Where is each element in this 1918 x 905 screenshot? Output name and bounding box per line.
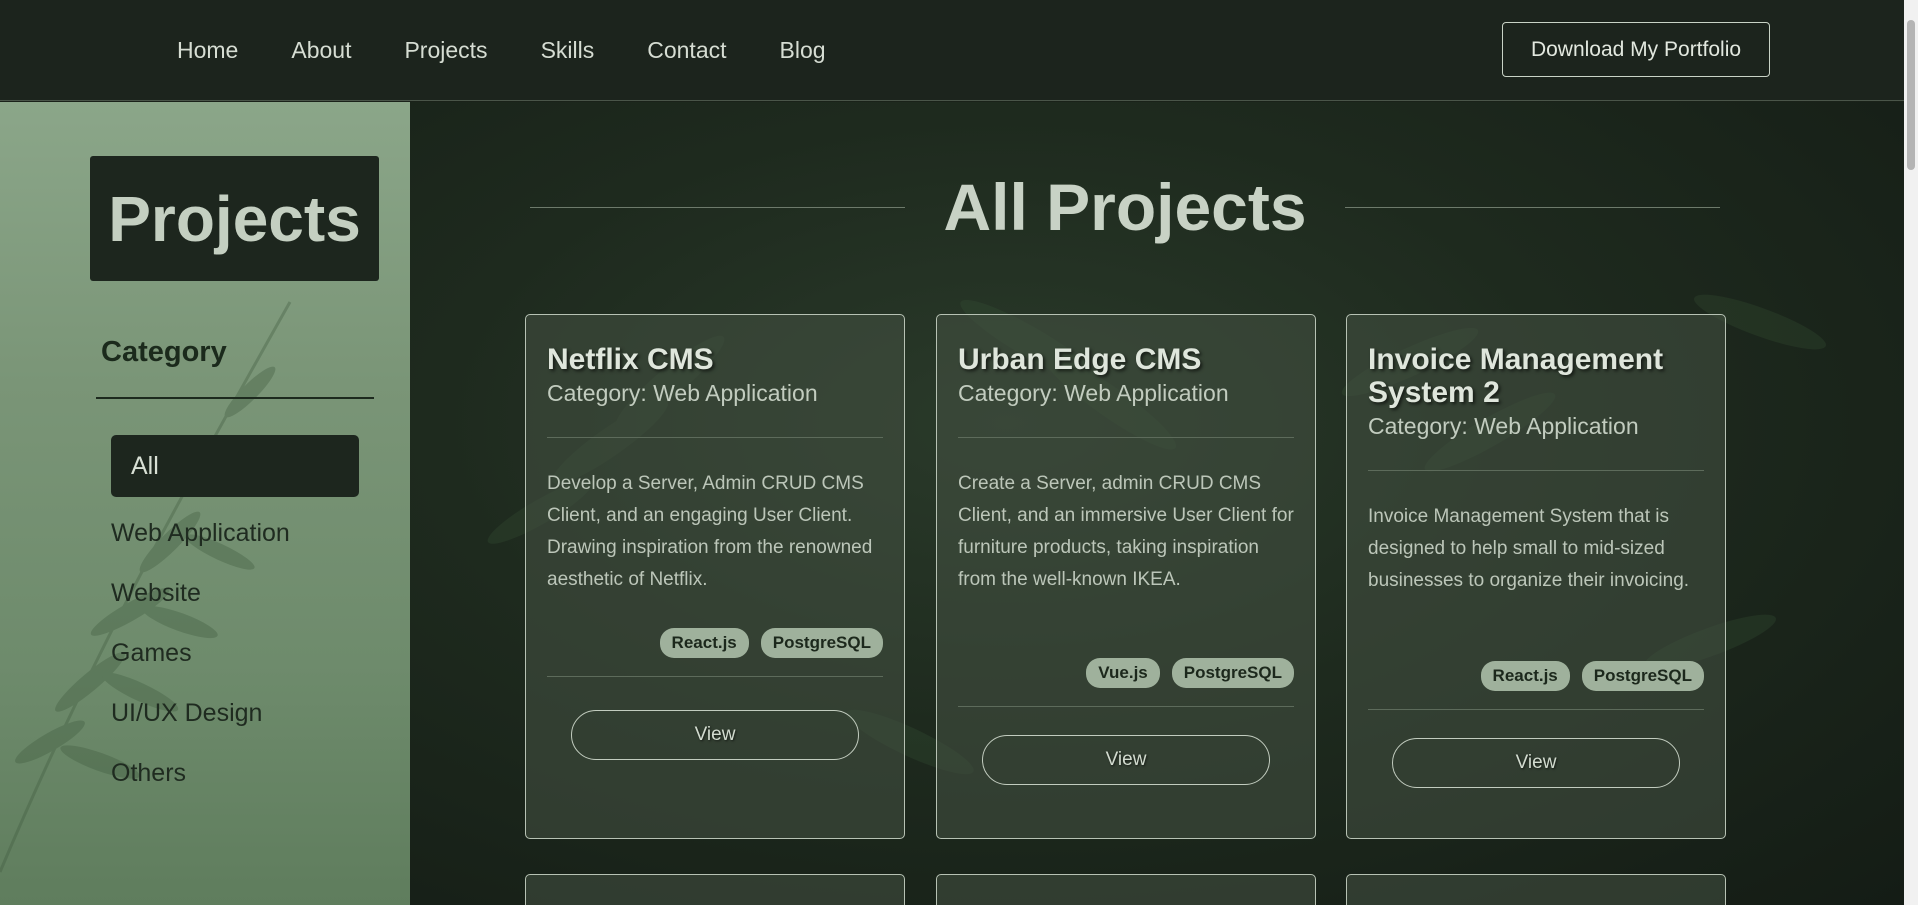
- project-card: Urban Edge CMS Category: Web Application…: [936, 314, 1316, 839]
- tech-tag: PostgreSQL: [1581, 661, 1704, 691]
- nav-projects-link[interactable]: Projects: [404, 37, 487, 64]
- category-list: All Web Application Website Games UI/UX …: [111, 435, 359, 803]
- sidebar-title-box: Projects: [90, 156, 379, 281]
- project-description: Develop a Server, Admin CRUD CMS Client,…: [547, 473, 873, 590]
- project-category: Category: Web Application: [958, 380, 1229, 406]
- card-divider: [1368, 470, 1704, 471]
- heading-line-left: [530, 206, 906, 208]
- project-category: Category: Web Application: [547, 380, 818, 406]
- card-divider: [958, 706, 1294, 707]
- category-sidebar: Projects Category All Web Application We…: [0, 102, 410, 905]
- tech-tags: Vue.js PostgreSQL: [958, 658, 1294, 688]
- sidebar-title: Projects: [108, 182, 361, 255]
- category-item-all[interactable]: All: [111, 435, 359, 497]
- project-description: Create a Server, admin CRUD CMS Client, …: [958, 473, 1294, 590]
- page-heading-row: All Projects: [530, 170, 1721, 244]
- top-navbar: Home About Projects Skills Contact Blog …: [0, 0, 1904, 101]
- tech-tag: PostgreSQL: [1171, 658, 1294, 688]
- page-scrollbar[interactable]: [1904, 0, 1918, 905]
- project-category: Category: Web Application: [1368, 413, 1639, 439]
- nav-skills-link[interactable]: Skills: [541, 37, 595, 64]
- card-divider: [547, 437, 883, 438]
- project-title: Urban Edge CMS: [958, 343, 1202, 376]
- tech-tags: React.js PostgreSQL: [547, 628, 883, 658]
- view-project-button[interactable]: View: [1392, 738, 1680, 788]
- project-card-partial: [1346, 874, 1726, 905]
- card-divider: [958, 437, 1294, 438]
- category-divider: [96, 397, 374, 399]
- tech-tag: React.js: [1480, 661, 1570, 691]
- tech-tag: PostgreSQL: [760, 628, 883, 658]
- nav-contact-link[interactable]: Contact: [647, 37, 726, 64]
- project-card-partial: [936, 874, 1316, 905]
- category-item-website[interactable]: Website: [111, 563, 359, 623]
- project-title: Netflix CMS: [547, 343, 714, 376]
- nav-about-link[interactable]: About: [291, 37, 351, 64]
- projects-main: All Projects Netflix CMS Category: Web A…: [410, 102, 1904, 905]
- view-project-button[interactable]: View: [982, 735, 1270, 785]
- card-divider: [1368, 709, 1704, 710]
- category-item-others[interactable]: Others: [111, 743, 359, 803]
- scrollbar-thumb[interactable]: [1907, 20, 1915, 170]
- category-item-web-application[interactable]: Web Application: [111, 503, 359, 563]
- project-card-partial: [525, 874, 905, 905]
- tech-tags: React.js PostgreSQL: [1368, 661, 1704, 691]
- card-divider: [547, 676, 883, 677]
- page-title: All Projects: [943, 170, 1307, 244]
- heading-line-right: [1344, 206, 1721, 208]
- main-nav: Home About Projects Skills Contact Blog: [177, 37, 879, 64]
- project-card: Invoice Management System 2 Category: We…: [1346, 314, 1726, 839]
- view-project-button[interactable]: View: [571, 710, 859, 760]
- project-description: Invoice Management System that is design…: [1368, 506, 1690, 591]
- category-item-ui-ux-design[interactable]: UI/UX Design: [111, 683, 359, 743]
- download-portfolio-button[interactable]: Download My Portfolio: [1502, 22, 1770, 77]
- tech-tag: React.js: [659, 628, 749, 658]
- nav-home-link[interactable]: Home: [177, 37, 238, 64]
- tech-tag: Vue.js: [1086, 658, 1160, 688]
- category-heading: Category: [101, 336, 227, 368]
- project-title: Invoice Management System 2: [1368, 343, 1664, 409]
- project-card: Netflix CMS Category: Web Application De…: [525, 314, 905, 839]
- category-item-games[interactable]: Games: [111, 623, 359, 683]
- nav-blog-link[interactable]: Blog: [780, 37, 826, 64]
